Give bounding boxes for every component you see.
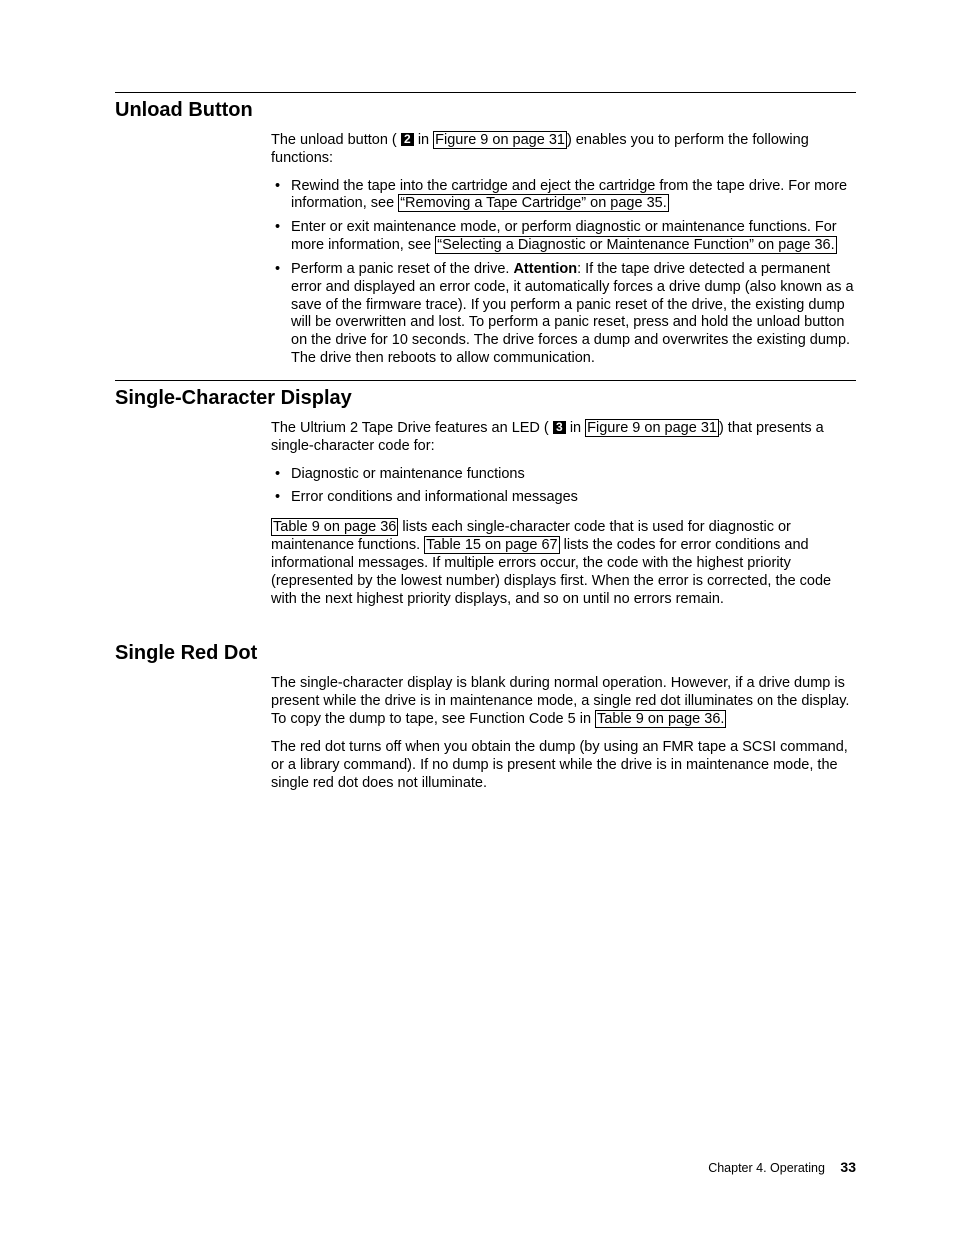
page: Unload Button The unload button ( 2 in F… bbox=[0, 0, 954, 1235]
text: in bbox=[418, 132, 433, 148]
unload-list: Rewind the tape into the cartridge and e… bbox=[271, 178, 856, 368]
red-para-2: The red dot turns off when you obtain th… bbox=[271, 739, 856, 792]
text: The Ultrium 2 Tape Drive features an LED… bbox=[271, 420, 549, 436]
callout-number-icon: 2 bbox=[401, 133, 414, 146]
scd-intro: The Ultrium 2 Tape Drive features an LED… bbox=[271, 420, 856, 456]
attention-label: Attention bbox=[513, 261, 577, 277]
xref-selecting-diagnostic-p36[interactable]: “Selecting a Diagnostic or Maintenance F… bbox=[435, 236, 836, 254]
chapter-label: Chapter 4. Operating bbox=[708, 1161, 825, 1175]
list-item: Enter or exit maintenance mode, or perfo… bbox=[271, 219, 856, 255]
text: in bbox=[570, 420, 585, 436]
section-rule-scd bbox=[115, 380, 856, 381]
heading-single-red-dot: Single Red Dot bbox=[115, 642, 856, 665]
list-item: Diagnostic or maintenance functions bbox=[271, 466, 856, 484]
body-red: The single-character display is blank du… bbox=[271, 675, 856, 792]
callout-number-icon: 3 bbox=[553, 421, 566, 434]
xref-figure-9-p31[interactable]: Figure 9 on page 31 bbox=[585, 419, 719, 437]
section-rule-unload bbox=[115, 92, 856, 93]
heading-unload-button: Unload Button bbox=[115, 99, 856, 122]
text: The single-character display is blank du… bbox=[271, 675, 849, 727]
list-item: Perform a panic reset of the drive. Atte… bbox=[271, 261, 856, 368]
red-para-1: The single-character display is blank du… bbox=[271, 675, 856, 728]
page-number: 33 bbox=[840, 1159, 856, 1175]
heading-single-char-display: Single-Character Display bbox=[115, 387, 856, 410]
text: The unload button ( bbox=[271, 132, 397, 148]
xref-table-15-p67[interactable]: Table 15 on page 67 bbox=[424, 536, 559, 554]
xref-figure-9-p31[interactable]: Figure 9 on page 31 bbox=[433, 131, 567, 149]
unload-intro: The unload button ( 2 in Figure 9 on pag… bbox=[271, 132, 856, 168]
list-item: Rewind the tape into the cartridge and e… bbox=[271, 178, 856, 214]
page-footer: Chapter 4. Operating 33 bbox=[708, 1159, 856, 1175]
body-unload: The unload button ( 2 in Figure 9 on pag… bbox=[271, 132, 856, 368]
text: Diagnostic or maintenance functions bbox=[291, 466, 525, 482]
xref-table-9-p36[interactable]: Table 9 on page 36. bbox=[595, 710, 726, 728]
text: Perform a panic reset of the drive. bbox=[291, 261, 513, 277]
scd-para-2: Table 9 on page 36 lists each single-cha… bbox=[271, 519, 856, 608]
body-scd: The Ultrium 2 Tape Drive features an LED… bbox=[271, 420, 856, 608]
xref-removing-cartridge-p35[interactable]: “Removing a Tape Cartridge” on page 35. bbox=[398, 194, 669, 212]
scd-list: Diagnostic or maintenance functions Erro… bbox=[271, 466, 856, 508]
text: Error conditions and informational messa… bbox=[291, 489, 578, 505]
list-item: Error conditions and informational messa… bbox=[271, 489, 856, 507]
xref-table-9-p36[interactable]: Table 9 on page 36 bbox=[271, 518, 398, 536]
